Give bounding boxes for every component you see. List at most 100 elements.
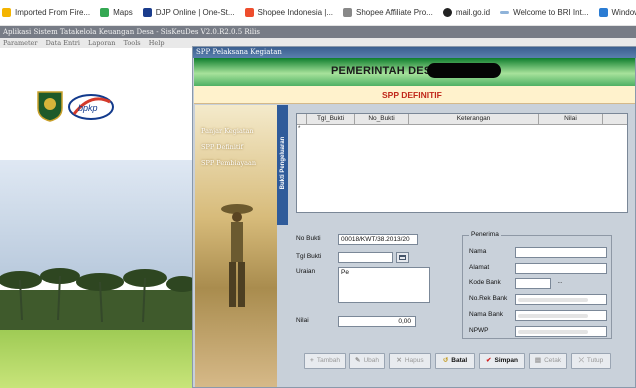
bookmark-label: Shopee Affiliate Pro... bbox=[356, 8, 433, 17]
bookmark-label: Maps bbox=[113, 8, 133, 17]
batal-button[interactable]: ↺ Batal bbox=[435, 353, 475, 369]
column-header[interactable]: No_Bukti bbox=[355, 114, 409, 124]
bookmark-shopee[interactable]: Shopee Indonesia |... bbox=[244, 8, 334, 17]
tgl-bukti-label: Tgl Bukti bbox=[296, 253, 322, 260]
button-label: Batal bbox=[451, 357, 468, 364]
redacted-value bbox=[518, 330, 588, 334]
npwp-input[interactable] bbox=[515, 326, 607, 337]
rice-field-image bbox=[0, 330, 192, 388]
bookmark-affiliate[interactable]: Shopee Affiliate Pro... bbox=[343, 8, 433, 17]
menu-data-entri[interactable]: Data Entri bbox=[46, 39, 80, 47]
add-icon: + bbox=[310, 357, 314, 364]
bookmark-djp[interactable]: DJP Online | One-St... bbox=[142, 8, 235, 17]
no-bukti-label: No Bukti bbox=[296, 235, 321, 242]
bookmark-imported[interactable]: Imported From Fire... bbox=[2, 8, 90, 17]
button-label: Tutup bbox=[586, 357, 604, 364]
side-link-panjar[interactable]: Panjar Kegiatan bbox=[201, 127, 254, 135]
redacted-value bbox=[518, 314, 588, 318]
alamat-label: Alamat bbox=[469, 264, 490, 271]
spp-dialog: SPP Pelaksana Kegiatan PEMERINTAH DESA S… bbox=[192, 46, 636, 388]
bukti-grid[interactable]: Tgl_Bukti No_Bukti Keterangan Nilai * bbox=[296, 113, 628, 213]
check-icon: ✔ bbox=[486, 357, 492, 364]
kode-bank-browse-button[interactable]: ... bbox=[553, 278, 567, 289]
tab-bukti-pengeluaran[interactable]: Bukti Pengeluaran bbox=[277, 105, 288, 225]
hapus-button[interactable]: ✕ Hapus bbox=[389, 353, 431, 369]
uraian-textarea[interactable]: Pe bbox=[338, 267, 430, 303]
dialog-title-bar: SPP Pelaksana Kegiatan bbox=[193, 47, 636, 58]
calendar-button[interactable] bbox=[396, 252, 409, 263]
menu-help[interactable]: Help bbox=[149, 39, 165, 47]
delete-icon: ✕ bbox=[396, 357, 402, 364]
side-link-definitif[interactable]: SPP Definitif bbox=[201, 143, 243, 151]
bookmark-label: Shopee Indonesia |... bbox=[257, 8, 334, 17]
mail-icon bbox=[442, 8, 452, 17]
button-label: Hapus bbox=[404, 357, 424, 364]
windows-icon bbox=[598, 8, 608, 17]
edit-icon: ✎ bbox=[355, 357, 361, 364]
bookmarks-bar: Imported From Fire... Maps DJP Online | … bbox=[0, 0, 636, 26]
side-link-pembiayaan[interactable]: SPP Pembiayaan bbox=[201, 159, 256, 167]
nama-input[interactable] bbox=[515, 247, 607, 258]
button-label: Simpan bbox=[494, 357, 518, 364]
djp-icon bbox=[142, 8, 152, 17]
no-bukti-input[interactable]: 00018/KWT/38.2013/20 bbox=[338, 234, 418, 245]
dialog-title: SPP Pelaksana Kegiatan bbox=[196, 48, 282, 56]
button-label: Cetak bbox=[544, 357, 562, 364]
new-row-marker: * bbox=[298, 126, 301, 132]
tgl-bukti-input[interactable] bbox=[338, 252, 393, 263]
menu-laporan[interactable]: Laporan bbox=[88, 39, 115, 47]
alamat-input[interactable] bbox=[515, 263, 607, 274]
menu-tools[interactable]: Tools bbox=[124, 39, 141, 47]
bookmark-label: Welcome to BRI Int... bbox=[513, 8, 589, 17]
farmer-image bbox=[221, 204, 253, 307]
nilai-label: Nilai bbox=[296, 317, 309, 324]
simpan-button[interactable]: ✔ Simpan bbox=[479, 353, 525, 369]
calendar-icon bbox=[399, 255, 406, 260]
content-panel: Tgl_Bukti No_Bukti Keterangan Nilai * No… bbox=[290, 105, 635, 387]
nama-bank-input[interactable] bbox=[515, 310, 607, 321]
page-subtitle: SPP DEFINITIF bbox=[382, 90, 442, 100]
nilai-input[interactable]: 0,00 bbox=[338, 316, 416, 327]
nama-label: Nama bbox=[469, 248, 487, 255]
button-label: Tambah bbox=[316, 357, 340, 364]
penerima-title: Penerima bbox=[469, 231, 501, 238]
column-header[interactable]: Keterangan bbox=[409, 114, 539, 124]
tab-label: Bukti Pengeluaran bbox=[280, 136, 286, 190]
ubah-button[interactable]: ✎ Ubah bbox=[349, 353, 385, 369]
redacted-region bbox=[427, 63, 501, 78]
bookmark-label: DJP Online | One-St... bbox=[155, 8, 235, 17]
banner: PEMERINTAH DESA bbox=[194, 58, 635, 86]
svg-text:bpkp: bpkp bbox=[78, 103, 98, 113]
no-rek-label: No.Rek Bank bbox=[469, 295, 508, 302]
menu-parameter[interactable]: Parameter bbox=[3, 39, 38, 47]
bookmark-bri[interactable]: Welcome to BRI Int... bbox=[500, 8, 589, 17]
subheader: SPP DEFINITIF bbox=[194, 86, 635, 104]
button-label: Ubah bbox=[363, 357, 379, 364]
kode-bank-input[interactable] bbox=[515, 278, 551, 289]
maps-icon bbox=[100, 8, 110, 17]
bpkp-logo-icon: bpkp bbox=[68, 94, 114, 120]
close-icon: ⤫ bbox=[578, 357, 584, 364]
column-header[interactable]: Nilai bbox=[539, 114, 603, 124]
bookmark-label: Imported From Fire... bbox=[15, 8, 91, 17]
tambah-button[interactable]: + Tambah bbox=[304, 353, 346, 369]
bookmark-windows[interactable]: Windows 11 log bbox=[598, 8, 636, 17]
bookmark-maps[interactable]: Maps bbox=[100, 8, 133, 17]
palm-trees-image bbox=[0, 268, 192, 340]
folder-icon bbox=[2, 8, 11, 17]
app-title-bar: Aplikasi Sistem Tatakelola Keuangan Desa… bbox=[0, 26, 636, 38]
app-title: Aplikasi Sistem Tatakelola Keuangan Desa… bbox=[3, 28, 260, 36]
column-header[interactable]: Tgl_Bukti bbox=[307, 114, 355, 124]
tutup-button[interactable]: ⤫ Tutup bbox=[571, 353, 611, 369]
uraian-label: Uraian bbox=[296, 268, 316, 275]
print-icon: ▤ bbox=[534, 357, 542, 364]
npwp-label: NPWP bbox=[469, 327, 489, 334]
cancel-icon: ↺ bbox=[442, 357, 449, 364]
cetak-button[interactable]: ▤ Cetak bbox=[529, 353, 567, 369]
no-rek-input[interactable] bbox=[515, 294, 607, 305]
bookmark-mail[interactable]: mail.go.id bbox=[442, 8, 490, 17]
grid-corner bbox=[297, 114, 307, 124]
garuda-emblem-icon bbox=[37, 91, 63, 122]
affiliate-icon bbox=[343, 8, 353, 17]
redacted-value bbox=[518, 298, 588, 302]
